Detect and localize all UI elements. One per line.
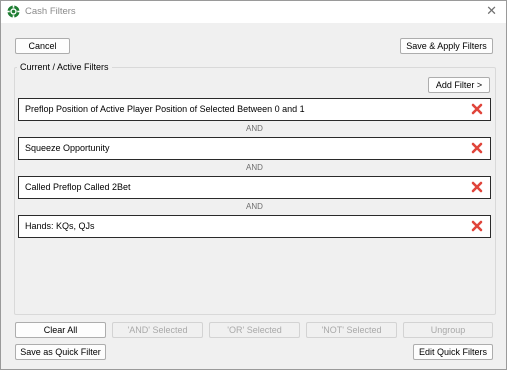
and-connector: AND [246,202,263,211]
filter-row[interactable]: Called Preflop Called 2Bet [18,176,491,199]
filter-row[interactable]: Preflop Position of Active Player Positi… [18,98,491,121]
cash-filters-window: Cash Filters ✕ Cancel Save & Apply Filte… [0,0,507,370]
poker-chip-icon [7,5,20,18]
filter-text: Called Preflop Called 2Bet [25,182,131,192]
filter-row[interactable]: Hands: KQs, QJs [18,215,491,238]
edit-quick-filters-button[interactable]: Edit Quick Filters [413,344,493,360]
close-icon[interactable]: ✕ [486,4,497,18]
and-connector: AND [246,124,263,133]
delete-x-icon[interactable] [471,181,483,193]
active-filters-group-title: Current / Active Filters [17,62,112,72]
delete-x-icon[interactable] [471,142,483,154]
save-quick-filter-button[interactable]: Save as Quick Filter [15,344,106,360]
clear-all-button[interactable]: Clear All [15,322,106,338]
window-title: Cash Filters [25,6,76,17]
delete-x-icon[interactable] [471,220,483,232]
add-filter-button[interactable]: Add Filter > [428,77,490,93]
filter-text: Preflop Position of Active Player Positi… [25,104,305,114]
and-selected-button[interactable]: 'AND' Selected [112,322,203,338]
save-apply-filters-button[interactable]: Save & Apply Filters [400,38,493,54]
and-connector: AND [246,163,263,172]
ungroup-button[interactable]: Ungroup [403,322,493,338]
filter-text: Squeeze Opportunity [25,143,110,153]
or-selected-button[interactable]: 'OR' Selected [209,322,300,338]
filter-row[interactable]: Squeeze Opportunity [18,137,491,160]
filter-text: Hands: KQs, QJs [25,221,95,231]
not-selected-button[interactable]: 'NOT' Selected [306,322,397,338]
delete-x-icon[interactable] [471,103,483,115]
cancel-button[interactable]: Cancel [15,38,70,54]
title-bar: Cash Filters ✕ [1,1,506,23]
